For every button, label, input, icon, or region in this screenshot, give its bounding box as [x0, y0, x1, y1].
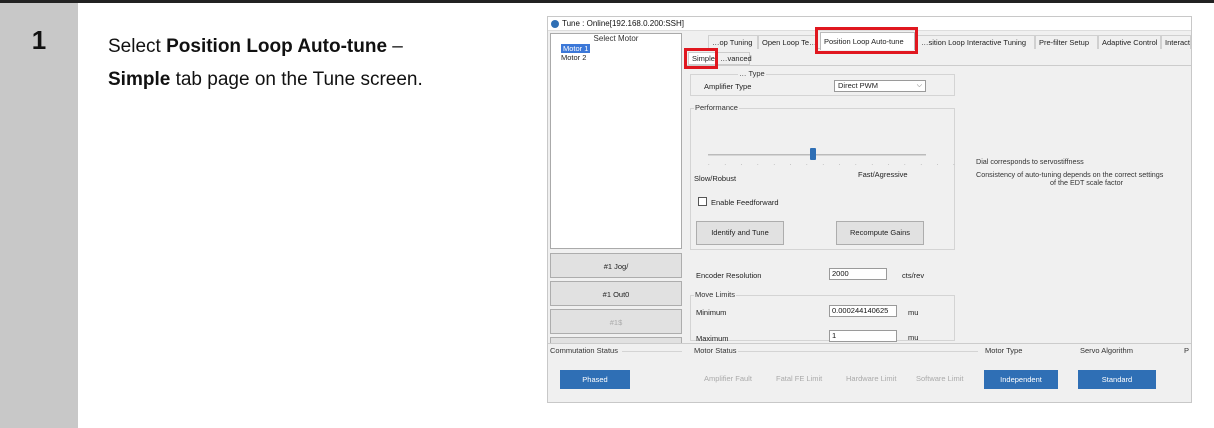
enable-feedforward-checkbox[interactable] [698, 197, 707, 206]
amplifier-group-title: … Type [738, 69, 766, 78]
tab-position-loop-interactive-tuning[interactable]: …sition Loop Interactive Tuning [917, 35, 1035, 49]
amplifier-type-label: Amplifier Type [704, 82, 752, 91]
tab-pre-filter-setup[interactable]: Pre-filter Setup [1035, 35, 1098, 49]
commutation-status-title: Commutation Status [550, 346, 618, 355]
tab-adaptive-control[interactable]: Adaptive Control [1098, 35, 1161, 49]
minimum-label: Minimum [696, 308, 727, 317]
divider [738, 351, 978, 352]
step-column: 1 [0, 3, 78, 428]
amplifier-type-select[interactable]: Direct PWM ⌵ [834, 80, 926, 92]
maximum-unit: mu [908, 333, 919, 342]
motor-type-badge: Independent [984, 370, 1058, 389]
simple-tab-content: … Type Amplifier Type Direct PWM ⌵ Perfo… [686, 65, 1191, 345]
identify-and-tune-button[interactable]: Identify and Tune [696, 221, 784, 245]
minimum-unit: mu [908, 308, 919, 317]
motor-status-item: Hardware Limit [846, 374, 897, 383]
dial-note: Dial corresponds to servostiffness [976, 157, 1084, 166]
jog-button[interactable]: #1 Jog/ [550, 253, 682, 278]
tune-window-screenshot: Tune : Online[192.168.0.200:SSH] Select … [547, 16, 1192, 403]
amplifier-type-value: Direct PWM [838, 81, 878, 90]
motor-type-title: Motor Type [985, 346, 1023, 355]
motor-status-item: Software Limit [916, 374, 964, 383]
app-icon [551, 20, 559, 28]
servo-algorithm-badge: Standard [1078, 370, 1156, 389]
out0-button[interactable]: #1 Out0 [550, 281, 682, 306]
minimum-input[interactable]: 0.000244140625 [829, 305, 897, 317]
commutation-status-badge: Phased [560, 370, 630, 389]
tab-interactive[interactable]: Interactive [1161, 35, 1191, 49]
performance-slider-thumb[interactable] [809, 148, 816, 160]
fast-label: Fast/Agressive [858, 170, 908, 179]
chevron-down-icon: ⌵ [916, 82, 922, 89]
recompute-gains-button[interactable]: Recompute Gains [836, 221, 924, 245]
motor-list-item[interactable]: Motor 2 [561, 53, 586, 62]
motor-status-title: Motor Status [694, 346, 737, 355]
enable-feedforward-label: Enable Feedforward [711, 198, 779, 207]
disabled-motor-button: #1$ [550, 309, 682, 334]
step-number: 1 [31, 25, 47, 55]
encoder-unit: cts/rev [902, 271, 925, 280]
extra-status-title: P [1184, 346, 1190, 355]
window-title: Tune : Online[192.168.0.200:SSH] [562, 19, 685, 28]
highlight-box-subtab [684, 48, 718, 69]
motor-status-item: Fatal FE Limit [776, 374, 823, 383]
encoder-resolution-input[interactable]: 2000 [829, 268, 887, 280]
tab-open-loop-test[interactable]: Open Loop Te… [758, 35, 816, 49]
maximum-input[interactable]: 1 [829, 330, 897, 342]
status-area: Commutation Status Phased Motor Status A… [548, 343, 1191, 402]
move-limits-title: Move Limits [694, 290, 737, 299]
divider [622, 351, 682, 352]
performance-slider-track[interactable] [708, 154, 926, 156]
top-rule [0, 0, 1214, 3]
subtab-advanced[interactable]: …vanced [716, 52, 752, 65]
encoder-resolution-label: Encoder Resolution [696, 271, 762, 280]
motor-list-item[interactable]: Motor 1 [561, 44, 591, 53]
motor-select-header: Select Motor [593, 34, 639, 43]
maximum-label: Maximum [696, 334, 729, 343]
main-tab-bar: …op Tuning Open Loop Te… Position Loop A… [686, 32, 1191, 50]
performance-title: Performance [694, 103, 739, 112]
motor-status-item: Amplifier Fault [704, 374, 752, 383]
tab-loop-tuning[interactable]: …op Tuning [708, 35, 758, 49]
consistency-note-line2: of the EDT scale factor [1050, 178, 1123, 187]
slow-label: Slow/Robust [694, 174, 737, 183]
motor-select-panel: Select Motor Motor 1 Motor 2 [550, 33, 682, 249]
servo-algorithm-title: Servo Algorithm [1080, 346, 1133, 355]
slider-ticks: . . . . . . . . . . . . . . . . [708, 161, 962, 167]
highlight-box-tab [815, 27, 918, 54]
step-instruction: Select Position Loop Auto-tune – Simple … [108, 36, 423, 90]
